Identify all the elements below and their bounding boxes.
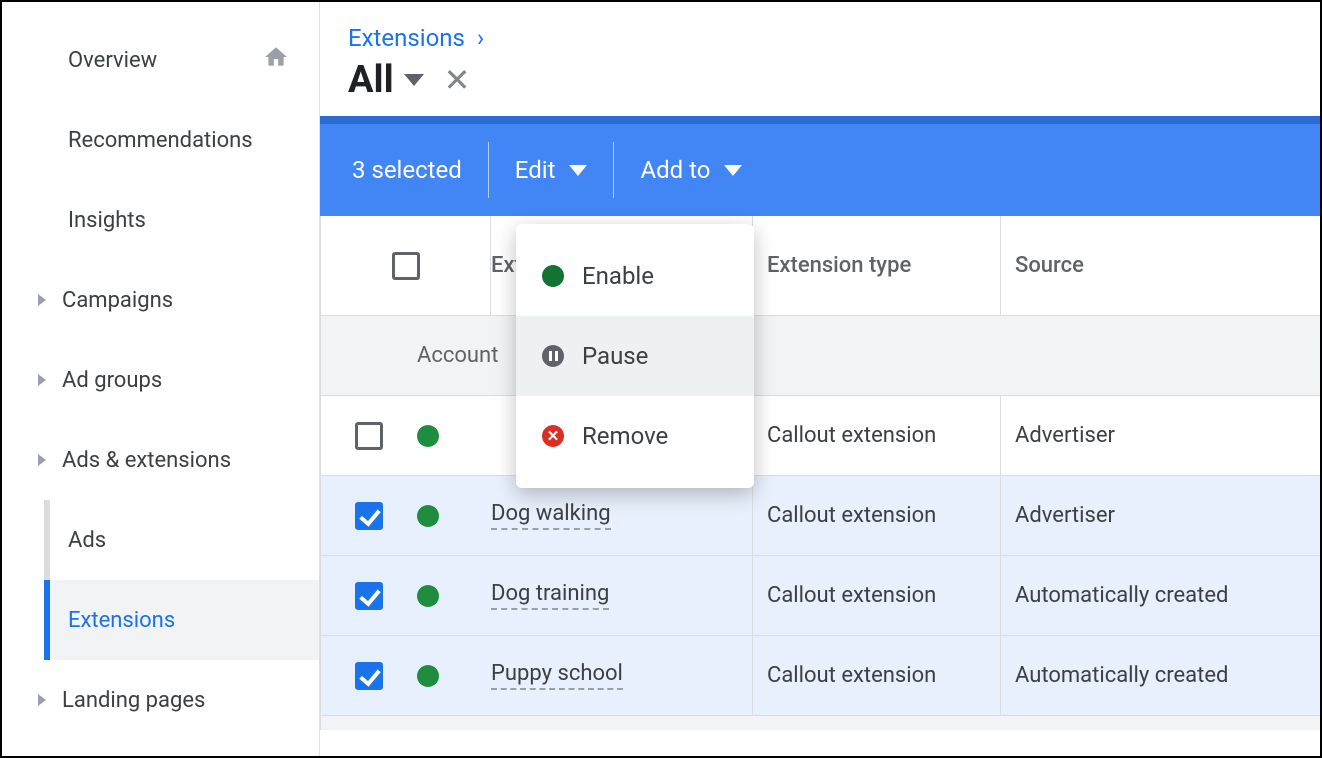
menu-item-remove[interactable]: ✕ Remove xyxy=(516,396,754,476)
table-row: Dog training Callout extension Automatic… xyxy=(320,556,1320,636)
row-checkbox[interactable] xyxy=(355,422,383,450)
row-checkbox[interactable] xyxy=(355,662,383,690)
sidebar-item-landing-pages[interactable]: Landing pages xyxy=(2,660,319,740)
extension-name[interactable]: Dog walking xyxy=(491,501,611,530)
status-enabled-icon xyxy=(417,665,439,687)
home-icon xyxy=(263,44,289,76)
sidebar-subitem-extensions[interactable]: Extensions xyxy=(50,580,319,660)
sidebar-item-label: Campaigns xyxy=(62,288,173,313)
addto-dropdown[interactable]: Add to xyxy=(614,142,768,198)
extensions-table: Extension Extension type Source Account … xyxy=(320,216,1320,756)
table-group-row: Account xyxy=(320,316,1320,396)
menu-item-pause[interactable]: Pause xyxy=(516,316,754,396)
bulk-action-bar: 3 selected Edit Add to xyxy=(320,116,1320,216)
main-pane: Extensions › All ✕ 3 selected Edit xyxy=(320,2,1320,756)
addto-label: Add to xyxy=(640,156,710,184)
status-enabled-icon xyxy=(417,505,439,527)
chevron-right-icon xyxy=(38,294,46,306)
edit-menu: Enable Pause ✕ Remove xyxy=(516,224,754,488)
extension-name[interactable]: Dog training xyxy=(491,581,609,610)
page-header: Extensions › All ✕ xyxy=(320,2,1320,116)
table-footer-spacer xyxy=(320,716,1320,730)
edit-label: Edit xyxy=(515,156,556,184)
chevron-down-icon xyxy=(404,74,424,86)
sidebar-item-campaigns[interactable]: Campaigns xyxy=(2,260,319,340)
sidebar-item-overview[interactable]: Overview xyxy=(2,20,319,100)
col-header-source[interactable]: Source xyxy=(1001,216,1320,315)
remove-icon: ✕ xyxy=(542,425,564,447)
status-enabled-icon xyxy=(417,585,439,607)
sidebar-subitem-ads[interactable]: Ads xyxy=(50,500,319,580)
sidebar-item-label: Ads xyxy=(68,528,106,553)
filter-dropdown[interactable]: All xyxy=(348,58,424,102)
sidebar-subgroup: Ads Extensions xyxy=(44,500,319,660)
breadcrumb-label: Extensions xyxy=(348,24,465,52)
close-icon[interactable]: ✕ xyxy=(444,61,471,99)
extension-source: Advertiser xyxy=(1001,476,1320,555)
chevron-right-icon xyxy=(38,694,46,706)
chevron-down-icon xyxy=(724,165,742,176)
table-row: Callout extension Advertiser xyxy=(320,396,1320,476)
filter-label: All xyxy=(348,58,394,102)
sidebar-item-label: Insights xyxy=(68,208,146,233)
sidebar-item-label: Ad groups xyxy=(62,368,162,393)
extension-source: Advertiser xyxy=(1001,396,1320,475)
menu-label: Enable xyxy=(582,262,654,290)
sidebar-item-adgroups[interactable]: Ad groups xyxy=(2,340,319,420)
selection-count: 3 selected xyxy=(352,142,488,198)
sidebar-item-label: Landing pages xyxy=(62,688,205,713)
extension-type: Callout extension xyxy=(753,636,1001,715)
enable-icon xyxy=(542,265,564,287)
sidebar-item-ads-extensions[interactable]: Ads & extensions xyxy=(2,420,319,500)
select-all-checkbox[interactable] xyxy=(392,252,420,280)
extension-type: Callout extension xyxy=(753,396,1001,475)
menu-label: Remove xyxy=(582,422,668,450)
menu-item-enable[interactable]: Enable xyxy=(516,236,754,316)
menu-label: Pause xyxy=(582,342,648,370)
table-row: Dog walking Callout extension Advertiser xyxy=(320,476,1320,556)
col-header-type[interactable]: Extension type xyxy=(753,216,1001,315)
extension-type: Callout extension xyxy=(753,556,1001,635)
sidebar-item-label: Recommendations xyxy=(68,128,253,153)
chevron-right-icon xyxy=(38,454,46,466)
row-checkbox[interactable] xyxy=(355,502,383,530)
table-header-row: Extension Extension type Source xyxy=(320,216,1320,316)
breadcrumb[interactable]: Extensions › xyxy=(348,24,1292,52)
sidebar: Overview Recommendations Insights Campai… xyxy=(2,2,320,756)
sidebar-item-label: Extensions xyxy=(68,608,175,633)
pause-icon xyxy=(542,345,564,367)
extension-source: Automatically created xyxy=(1001,636,1320,715)
extension-source: Automatically created xyxy=(1001,556,1320,635)
sidebar-item-recommendations[interactable]: Recommendations xyxy=(2,100,319,180)
edit-dropdown[interactable]: Edit xyxy=(489,142,614,198)
sidebar-item-label: Overview xyxy=(68,48,157,73)
group-label: Account xyxy=(417,343,498,368)
table-row: Puppy school Callout extension Automatic… xyxy=(320,636,1320,716)
status-enabled-icon xyxy=(417,425,439,447)
extension-type: Callout extension xyxy=(753,476,1001,555)
chevron-down-icon xyxy=(569,165,587,176)
chevron-right-icon xyxy=(38,374,46,386)
sidebar-item-label: Ads & extensions xyxy=(62,448,231,473)
row-checkbox[interactable] xyxy=(355,582,383,610)
sidebar-item-insights[interactable]: Insights xyxy=(2,180,319,260)
extension-name[interactable]: Puppy school xyxy=(491,661,623,690)
chevron-right-icon: › xyxy=(477,24,484,52)
